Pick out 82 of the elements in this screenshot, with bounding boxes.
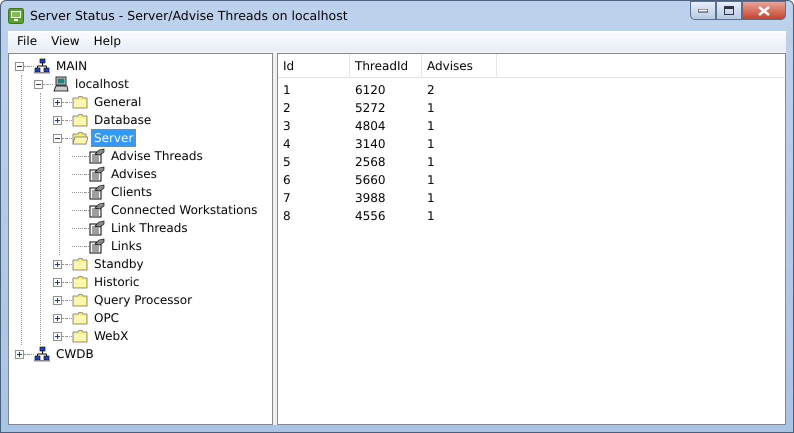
table-cell-text: 6 [282, 172, 292, 189]
table-cell-text: 1 [426, 136, 436, 153]
collapse-icon[interactable] [53, 134, 62, 142]
tree-item[interactable]: Standby [91, 255, 147, 273]
tree-item[interactable]: MAIN [53, 57, 90, 75]
expand-icon[interactable] [53, 116, 62, 124]
minimize-button[interactable] [690, 1, 716, 20]
document-icon [89, 238, 105, 254]
folder-icon [72, 328, 88, 344]
document-icon [89, 148, 105, 164]
tree-item[interactable]: Database [91, 111, 154, 129]
tree-item[interactable]: Clients [108, 183, 155, 201]
tree-item[interactable]: Links [108, 237, 145, 255]
document-icon [89, 166, 105, 182]
tree-item[interactable]: Query Processor [91, 291, 196, 309]
table-cell-text: 1 [426, 118, 436, 135]
tree-item[interactable]: Advises [108, 165, 160, 183]
table-cell-text: 7 [282, 190, 292, 207]
table-cell-text: 5660 [354, 172, 387, 189]
table-cell-text: 2 [426, 82, 436, 99]
menu-item[interactable]: Help [86, 32, 128, 50]
computer-icon [53, 76, 69, 92]
tree-item[interactable]: localhost [72, 75, 132, 93]
network-icon [34, 346, 50, 362]
document-icon [89, 202, 105, 218]
menu-item[interactable]: View [44, 32, 87, 50]
column-header[interactable]: ThreadId [350, 54, 422, 77]
window-title: Server Status - Server/Advise Threads on localhost [30, 6, 348, 25]
expand-icon[interactable] [53, 296, 62, 304]
document-icon [89, 184, 105, 200]
table-cell-text: 2568 [354, 154, 387, 171]
maximize-button[interactable] [716, 1, 742, 20]
table-cell-text: 1 [426, 208, 436, 225]
tree-item[interactable]: Link Threads [108, 219, 191, 237]
open-folder-icon [72, 130, 88, 146]
folder-icon [72, 292, 88, 308]
table-cell-text: 1 [426, 154, 436, 171]
menu-item[interactable]: File [10, 32, 44, 50]
tree-item[interactable]: Historic [91, 273, 143, 291]
table-cell-text: 4556 [354, 208, 387, 225]
close-icon [758, 6, 770, 16]
table-cell-text: 4804 [354, 118, 387, 135]
table-cell-text: 1 [426, 172, 436, 189]
table-cell-text: 3 [282, 118, 292, 135]
minimize-icon [698, 8, 708, 12]
collapse-icon[interactable] [34, 80, 43, 88]
table-cell-text: 1 [426, 190, 436, 207]
folder-icon [72, 256, 88, 272]
table-cell-text: 3140 [354, 136, 387, 153]
document-icon [89, 220, 105, 236]
folder-icon [72, 94, 88, 110]
table-cell-text: 5 [282, 154, 292, 171]
table-cell-text: 5272 [354, 100, 387, 117]
expand-icon[interactable] [15, 350, 24, 358]
close-button[interactable] [742, 1, 786, 20]
collapse-icon[interactable] [15, 62, 24, 70]
column-header[interactable]: Id [278, 54, 350, 77]
expand-icon[interactable] [53, 98, 62, 106]
expand-icon[interactable] [53, 332, 62, 340]
table-cell-text: 6120 [354, 82, 387, 99]
maximize-icon [724, 6, 734, 15]
table-cell-text: 4 [282, 136, 292, 153]
tree-item[interactable]: WebX [91, 327, 132, 345]
tree-item[interactable]: CWDB [53, 345, 97, 363]
tree-item[interactable]: General [91, 93, 144, 111]
expand-icon[interactable] [53, 260, 62, 268]
folder-icon [72, 112, 88, 128]
table-cell-text: 1 [282, 82, 292, 99]
table-cell-text: 2 [282, 100, 292, 117]
table-cell-text: 3988 [354, 190, 387, 207]
tree-item[interactable]: Connected Workstations [108, 201, 260, 219]
expand-icon[interactable] [53, 314, 62, 322]
folder-icon [72, 274, 88, 290]
app-icon [8, 8, 24, 24]
folder-icon [72, 310, 88, 326]
table-cell-text: 8 [282, 208, 292, 225]
tree-item[interactable]: Advise Threads [108, 147, 206, 165]
tree-item[interactable]: OPC [91, 309, 122, 327]
column-header[interactable]: Advises [422, 54, 497, 77]
expand-icon[interactable] [53, 278, 62, 286]
network-icon [34, 58, 50, 74]
table-cell-text: 1 [426, 100, 436, 117]
